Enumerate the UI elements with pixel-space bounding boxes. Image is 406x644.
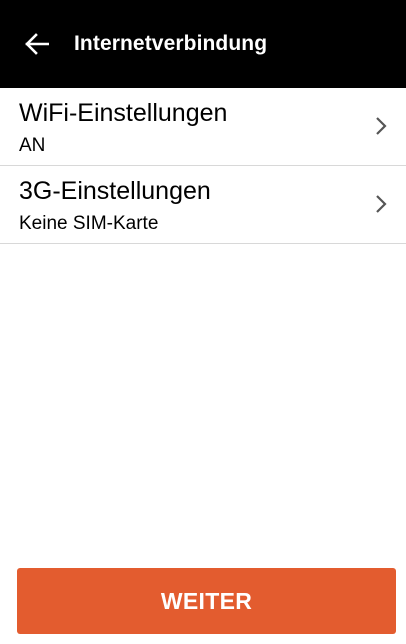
arrow-left-icon [25, 33, 49, 55]
wifi-status: AN [19, 135, 46, 156]
3g-status: Keine SIM-Karte [19, 213, 159, 234]
next-button[interactable]: WEITER [17, 568, 396, 634]
3g-settings-title: 3G-Einstellungen [19, 177, 211, 205]
back-button[interactable] [0, 0, 74, 88]
wifi-settings-item[interactable]: WiFi-Einstellungen AN [0, 88, 406, 166]
wifi-settings-title: WiFi-Einstellungen [19, 99, 228, 127]
app-bar: Internetverbindung [0, 0, 406, 88]
chevron-right-icon [374, 114, 388, 138]
chevron-right-icon [374, 192, 388, 216]
page-title: Internetverbindung [74, 32, 268, 55]
3g-settings-item[interactable]: 3G-Einstellungen Keine SIM-Karte [0, 166, 406, 244]
internet-connection-screen: Internetverbindung WiFi-Einstellungen AN… [0, 0, 406, 644]
settings-list: WiFi-Einstellungen AN 3G-Einstellungen K… [0, 88, 406, 244]
